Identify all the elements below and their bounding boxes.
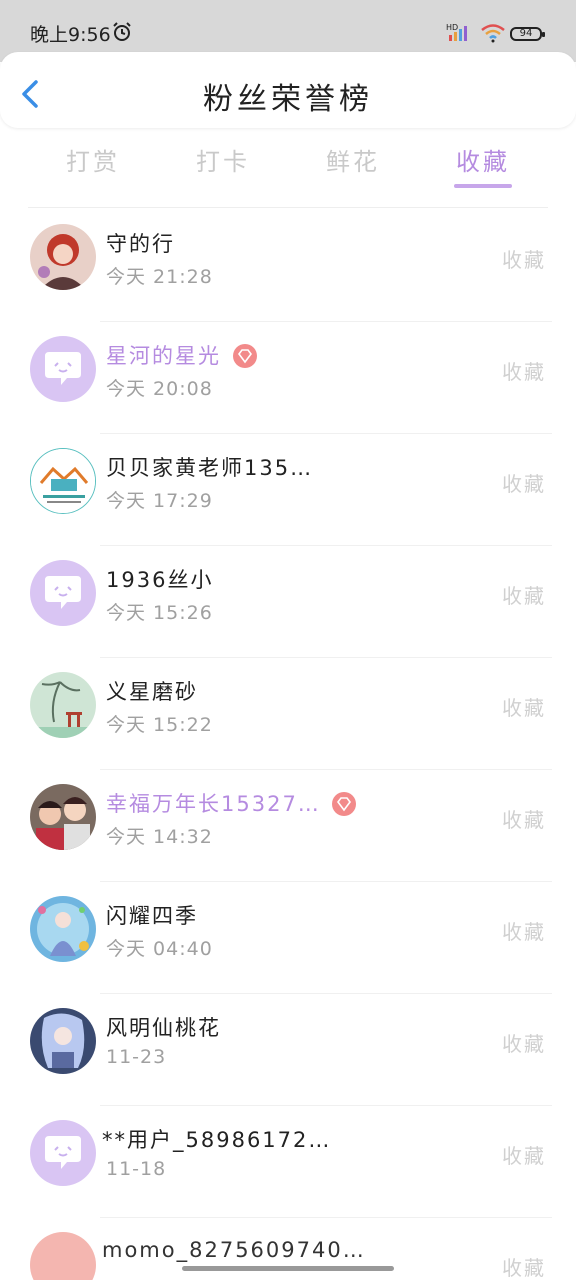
list-item[interactable]: 守的行 今天 21:28 收藏 [0,210,576,322]
avatar[interactable] [30,896,96,962]
list-item[interactable]: 1936丝小 今天 15:26 收藏 [0,546,576,658]
action-type: 收藏 [502,808,546,832]
diamond-vip-icon [332,792,356,816]
timestamp: 11-18 [106,1158,167,1180]
action-type: 收藏 [502,248,546,272]
svg-text:HD: HD [446,23,458,32]
alarm-icon [113,22,131,41]
action-type: 收藏 [502,920,546,944]
timestamp: 今天 17:29 [106,490,213,512]
user-name: 1936丝小 [106,568,214,592]
avatar[interactable] [30,1232,96,1280]
user-name: 守的行 [106,232,175,256]
list-item[interactable]: **用户_58986172… 11-18 收藏 [0,1106,576,1218]
timestamp: 今天 20:08 [106,378,213,400]
user-name: **用户_58986172… [102,1128,332,1152]
user-name: 贝贝家黄老师135… [106,456,314,480]
chat-bubble-icon [45,576,81,609]
tab-flowers[interactable]: 鲜花 [326,142,380,177]
list-item[interactable]: 风明仙桃花 11-23 收藏 [0,994,576,1106]
default-avatar[interactable] [30,1120,96,1186]
action-type: 收藏 [502,584,546,608]
avatar[interactable] [30,448,96,514]
timestamp: 今天 15:22 [106,714,213,736]
diamond-vip-icon [233,344,257,368]
hd-signal-icon: HD [446,23,467,41]
user-name: 风明仙桃花 [106,1016,221,1040]
avatar[interactable] [30,224,96,290]
page-title: 粉丝荣誉榜 [203,82,373,117]
user-name: 星河的星光 [106,344,221,368]
battery-icon: 94 [510,27,545,41]
action-type: 收藏 [502,360,546,384]
list-item[interactable]: 幸福万年长15327… 今天 14:32 收藏 [0,770,576,882]
avatar[interactable] [30,672,96,738]
wifi-icon [481,24,505,43]
action-type: 收藏 [502,1144,546,1168]
user-name: momo_8275609740… [102,1238,366,1262]
user-name: 闪耀四季 [106,904,198,928]
list-item[interactable]: 贝贝家黄老师135… 今天 17:29 收藏 [0,434,576,546]
active-tab-indicator [454,184,512,188]
tab-reward[interactable]: 打赏 [66,142,120,177]
app-screen: 晚上9:56 HD 94 粉丝荣誉榜 打赏 打卡 鲜花 收藏 守的行 今天 21… [0,0,576,1280]
list-item[interactable]: 义星磨砂 今天 15:22 收藏 [0,658,576,770]
timestamp: 今天 14:32 [106,826,213,848]
tab-checkin[interactable]: 打卡 [196,142,250,177]
default-avatar[interactable] [30,336,96,402]
user-name: 义星磨砂 [106,680,198,704]
timestamp: 今天 04:40 [106,938,213,960]
home-indicator[interactable] [182,1266,394,1271]
user-name: 幸福万年长15327… [106,792,321,816]
header-bar: 粉丝荣誉榜 [0,52,576,128]
chat-bubble-icon [45,352,81,385]
default-avatar[interactable] [30,560,96,626]
avatar[interactable] [30,1008,96,1074]
action-type: 收藏 [502,1032,546,1056]
action-type: 收藏 [502,472,546,496]
fan-list: 守的行 今天 21:28 收藏 星河的星光 今天 20:08 收藏 贝贝家黄老师… [0,210,576,1280]
tab-favorites[interactable]: 收藏 [456,142,510,177]
action-type: 收藏 [502,1256,546,1280]
timestamp: 今天 15:26 [106,602,213,624]
avatar[interactable] [30,784,96,850]
timestamp: 今天 21:28 [106,266,213,288]
timestamp: 11-23 [106,1046,167,1068]
tab-bar: 打赏 打卡 鲜花 收藏 [28,136,548,192]
battery-level: 94 [519,28,533,39]
list-item[interactable]: 闪耀四季 今天 04:40 收藏 [0,882,576,994]
list-item[interactable]: 星河的星光 今天 20:08 收藏 [0,322,576,434]
chat-bubble-icon [45,1136,81,1169]
status-time: 晚上9:56 [30,24,111,46]
divider [28,207,548,208]
action-type: 收藏 [502,696,546,720]
